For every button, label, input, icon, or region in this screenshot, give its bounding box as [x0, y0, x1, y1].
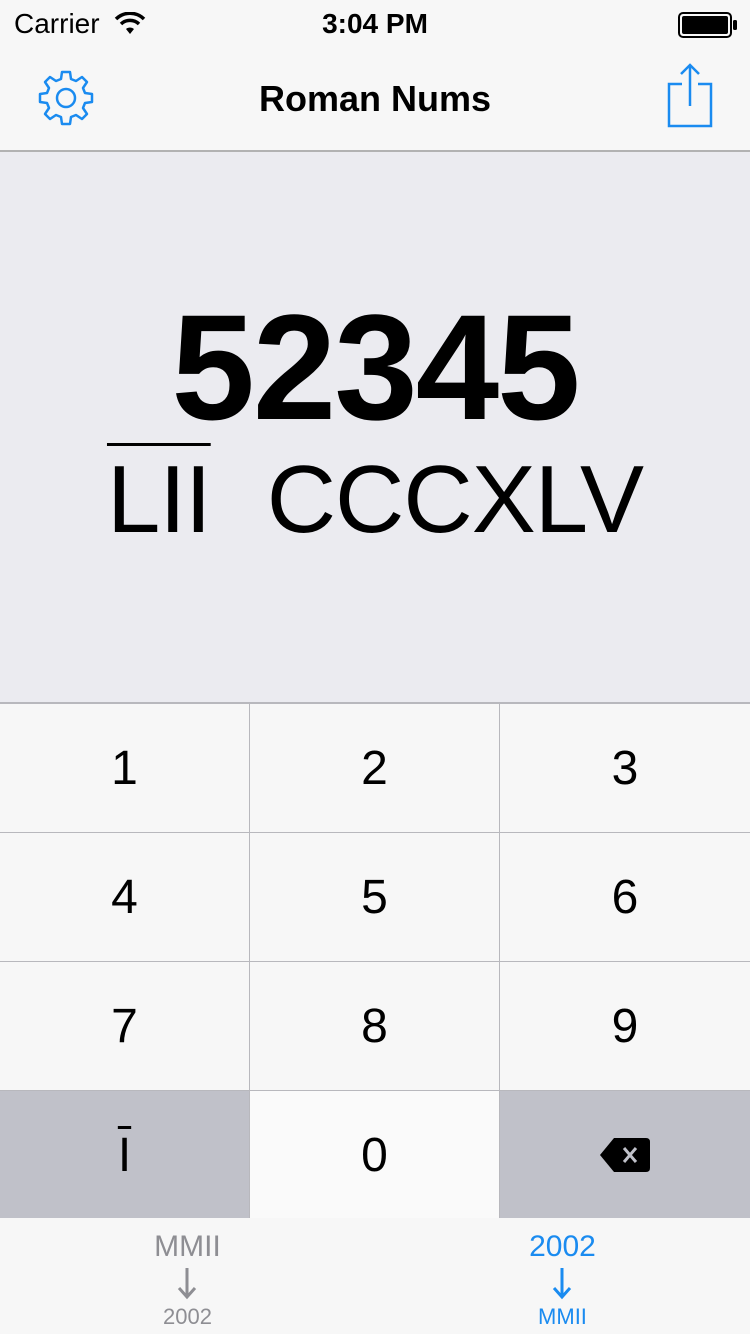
tab-top-label: MMII [154, 1230, 221, 1263]
key-4[interactable]: 4 [0, 833, 249, 961]
roman-units: CCCXLV [266, 446, 644, 553]
page-title: Roman Nums [258, 78, 492, 119]
key-5[interactable]: 5 [250, 833, 499, 961]
key-1[interactable]: 1 [0, 704, 249, 832]
tab-bottom-label: 2002 [163, 1304, 212, 1329]
roman-number: LII CCCXLV [0, 452, 750, 548]
backspace-icon [600, 1138, 650, 1172]
arrow-down-icon [552, 1268, 572, 1300]
status-time: 3:04 PM [322, 8, 428, 39]
key-0[interactable]: 0 [250, 1091, 499, 1219]
key-7[interactable]: 7 [0, 962, 249, 1090]
share-icon[interactable] [664, 62, 716, 130]
thousand-multiplier-key[interactable]: I [0, 1091, 249, 1219]
tab-top-label: 2002 [529, 1230, 596, 1263]
tab-arabic-to-roman[interactable]: 2002 MMII [375, 1218, 750, 1334]
tab-bar: MMII 2002 2002 MMII [0, 1218, 750, 1334]
status-bar: Carrier 3:04 PM [0, 0, 750, 50]
roman-thousands: LII [106, 446, 212, 553]
number-display: 52345 LII CCCXLV [0, 152, 750, 702]
key-6[interactable]: 6 [500, 833, 750, 961]
tab-roman-to-arabic[interactable]: MMII 2002 [0, 1218, 375, 1334]
key-8[interactable]: 8 [250, 962, 499, 1090]
battery-icon [678, 12, 737, 38]
keypad: 1 2 3 4 5 6 7 8 9 I 0 [0, 702, 750, 1219]
navigation-bar: Roman Nums [0, 50, 750, 152]
delete-button[interactable] [500, 1091, 750, 1219]
arabic-number: 52345 [171, 283, 580, 451]
key-2[interactable]: 2 [250, 704, 499, 832]
tab-bottom-label: MMII [538, 1304, 587, 1329]
key-9[interactable]: 9 [500, 962, 750, 1090]
thousand-multiplier-label: I [117, 1128, 132, 1182]
key-3[interactable]: 3 [500, 704, 750, 832]
arrow-down-icon [177, 1268, 197, 1300]
